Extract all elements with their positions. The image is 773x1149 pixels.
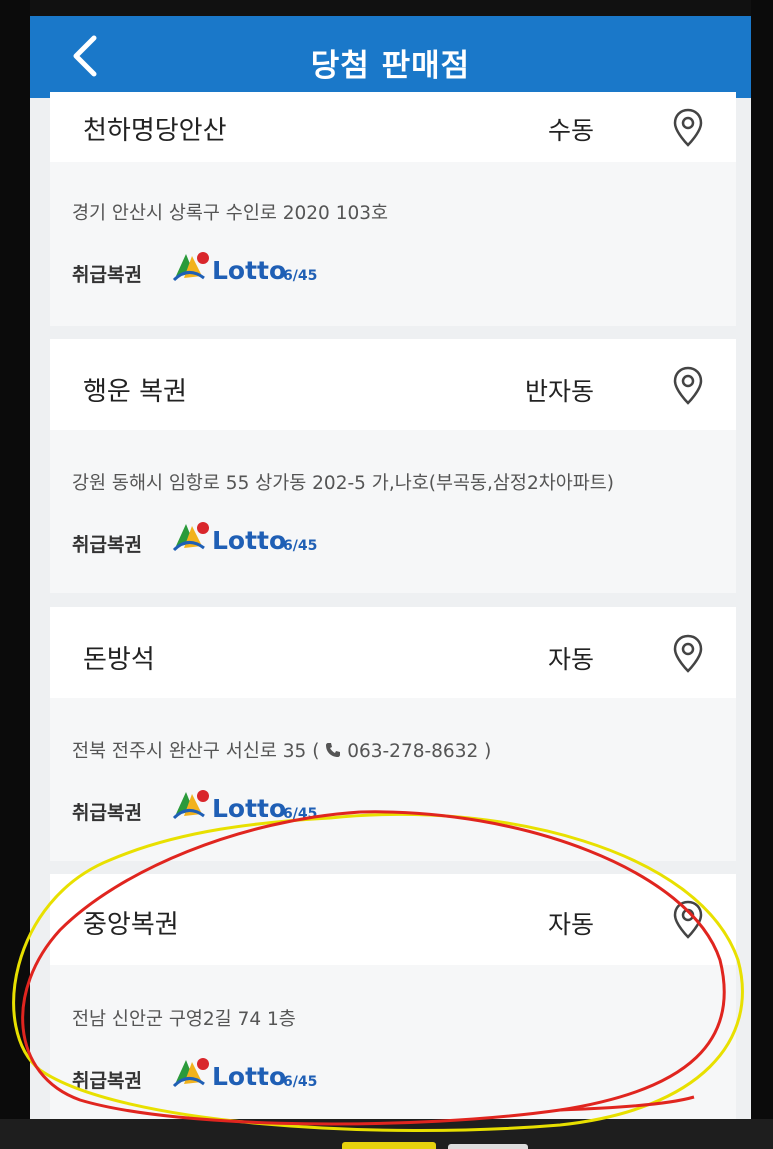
logo-sub: 6/45 <box>283 268 317 284</box>
status-bar <box>30 0 751 16</box>
lottery-type-label: 취급복권 <box>72 1070 142 1092</box>
logo-text: Lotto <box>212 794 286 823</box>
store-address-line: 전북 전주시 완산구 서신로 35 ( 063-278-8632 ) <box>72 737 491 763</box>
bottom-tab-active[interactable] <box>342 1142 436 1149</box>
logo-sub: 6/45 <box>283 1074 317 1090</box>
map-pin-icon[interactable] <box>672 900 704 940</box>
store-type: 자동 <box>547 645 594 674</box>
store-card[interactable]: 중앙복권 자동 전남 신안군 구영2길 74 1층 취급복권 Lotto 6/4… <box>50 874 736 1128</box>
store-body: 전북 전주시 완산구 서신로 35 ( 063-278-8632 ) 취급복권 … <box>50 698 736 861</box>
app-screen: 당첨 판매점 천하명당안산 수동 경기 안산시 상록구 수인로 2020 103… <box>30 0 751 1149</box>
logo-text: Lotto <box>212 256 286 285</box>
logo-text: Lotto <box>212 1062 286 1091</box>
store-title-row: 천하명당안산 수동 <box>50 92 736 163</box>
store-name: 중앙복권 <box>83 910 179 940</box>
lottery-type-label: 취급복권 <box>72 264 142 286</box>
store-type: 수동 <box>547 116 594 145</box>
store-name: 행운 복권 <box>83 377 187 407</box>
lottery-type-label: 취급복권 <box>72 802 142 824</box>
app-header: 당첨 판매점 <box>30 16 751 98</box>
store-address: 전남 신안군 구영2길 74 1층 <box>72 1009 296 1030</box>
store-body: 경기 안산시 상록구 수인로 2020 103호 취급복권 Lotto 6/45 <box>50 162 736 326</box>
store-name: 천하명당안산 <box>83 116 227 146</box>
logo-sub: 6/45 <box>283 806 317 822</box>
lotto-645-logo: Lotto 6/45 <box>172 1058 317 1091</box>
bottom-tab[interactable] <box>448 1144 528 1149</box>
map-pin-icon[interactable] <box>672 634 704 674</box>
store-title-row: 행운 복권 반자동 <box>50 339 736 431</box>
store-body: 강원 동해시 임항로 55 상가동 202-5 가,나호(부곡동,삼정2차아파트… <box>50 430 736 593</box>
store-card[interactable]: 돈방석 자동 전북 전주시 완산구 서신로 35 ( 063-278-8632 … <box>50 607 736 861</box>
store-body: 전남 신안군 구영2길 74 1층 취급복권 Lotto 6/45 <box>50 965 736 1128</box>
store-card[interactable]: 천하명당안산 수동 경기 안산시 상록구 수인로 2020 103호 취급복권 … <box>50 92 736 326</box>
store-type: 반자동 <box>524 377 594 406</box>
store-title-row: 중앙복권 자동 <box>50 874 736 966</box>
lottery-type-label: 취급복권 <box>72 534 142 556</box>
store-address: 전북 전주시 완산구 서신로 35 <box>72 741 307 762</box>
map-pin-icon[interactable] <box>672 108 704 148</box>
lotto-645-logo: Lotto 6/45 <box>172 252 317 285</box>
lotto-645-logo: Lotto 6/45 <box>172 790 317 823</box>
logo-text: Lotto <box>212 526 286 555</box>
store-name: 돈방석 <box>83 645 155 675</box>
phone-icon <box>326 743 341 757</box>
store-address: 강원 동해시 임항로 55 상가동 202-5 가,나호(부곡동,삼정2차아파트… <box>72 473 615 494</box>
page-title: 당첨 판매점 <box>310 48 471 84</box>
logo-sub: 6/45 <box>283 538 317 554</box>
store-phone[interactable]: 063-278-8632 <box>347 741 478 762</box>
store-card[interactable]: 행운 복권 반자동 강원 동해시 임항로 55 상가동 202-5 가,나호(부… <box>50 339 736 593</box>
store-title-row: 돈방석 자동 <box>50 607 736 699</box>
lotto-645-logo: Lotto 6/45 <box>172 522 317 555</box>
phone-wrap[interactable]: ( 063-278-8632 ) <box>312 741 491 762</box>
store-address: 경기 안산시 상록구 수인로 2020 103호 <box>72 203 389 224</box>
store-type: 자동 <box>547 910 594 939</box>
map-pin-icon[interactable] <box>672 366 704 406</box>
